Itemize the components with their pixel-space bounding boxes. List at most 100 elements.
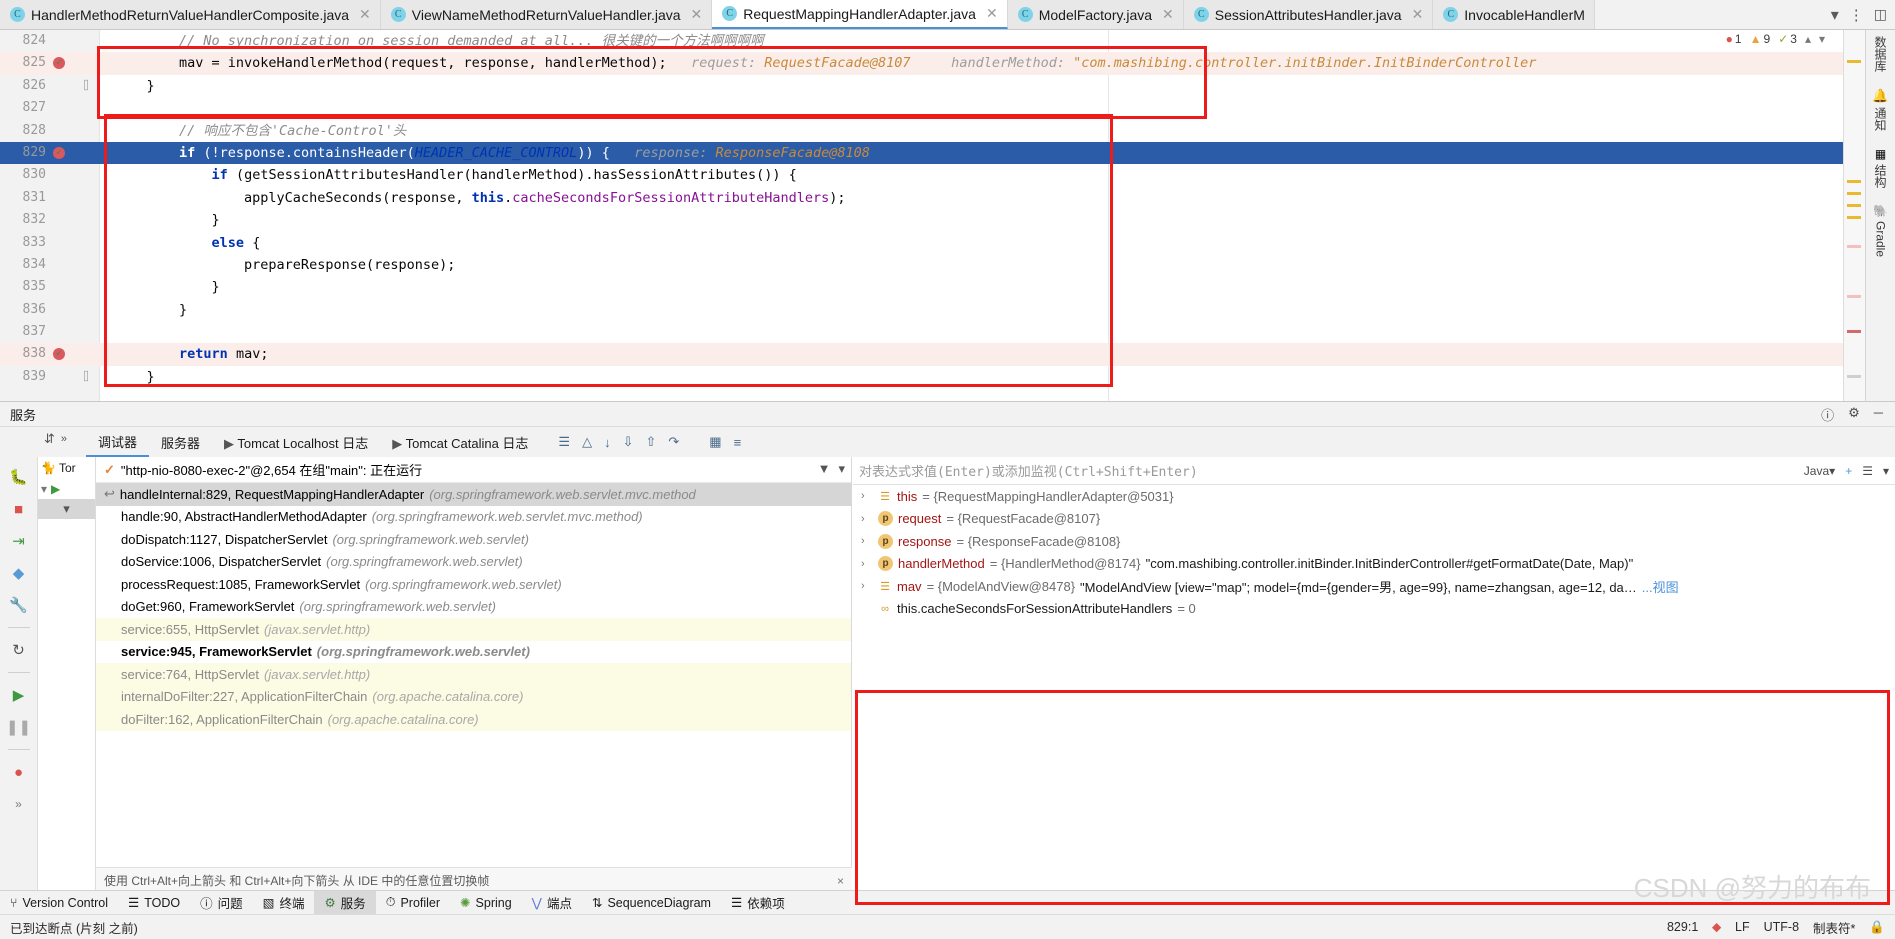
bottom-item-terminal[interactable]: ▧ 终端 [253, 891, 315, 915]
indent-setting[interactable]: 制表符* [1813, 918, 1855, 937]
bottom-item-sequence-diagram[interactable]: ⇅ SequenceDiagram [582, 891, 721, 915]
breakpoint-icon[interactable] [46, 52, 72, 75]
editor-tab-2[interactable]: C RequestMappingHandlerAdapter.java ✕ [712, 0, 1008, 29]
vcs-icon[interactable]: ⬥ [1712, 920, 1721, 935]
expand-chevron-icon[interactable]: › [861, 513, 873, 525]
error-count-badge[interactable]: ● 1 [1726, 32, 1742, 46]
variable-row[interactable]: › ☰ mav = {ModelAndView@8478} "ModelAndVie… [853, 575, 1895, 598]
layout-settings-icon[interactable]: ☰ [558, 434, 570, 450]
more-options-icon[interactable]: ⋮ [1849, 6, 1864, 24]
chevron-down-icon[interactable]: ▾ [1883, 464, 1889, 478]
more-icon[interactable]: » [61, 433, 67, 445]
settings-lines-icon[interactable]: ≡ [734, 435, 742, 450]
frame-row[interactable]: service:655, HttpServlet (javax.servlet.… [96, 618, 851, 641]
code-line-836[interactable]: 836 } [0, 299, 1843, 321]
thread-selector[interactable]: ✓ "http-nio-8080-exec-2"@2,654 在组"main":… [96, 457, 851, 483]
expand-chevron-icon[interactable]: › [861, 558, 873, 570]
code-line-827[interactable]: 827 [0, 97, 1843, 119]
frame-row[interactable]: internalDoFilter:227, ApplicationFilterC… [96, 685, 851, 708]
chevron-down-icon[interactable]: ▾ [1831, 5, 1839, 25]
gear-icon[interactable]: ⚙ [1848, 405, 1860, 424]
tool-window-gradle[interactable]: 🐘 Gradle [1873, 204, 1888, 257]
close-icon[interactable]: ✕ [1162, 6, 1174, 23]
table-view-icon[interactable]: ▦ [709, 434, 721, 450]
jump-to-source-icon[interactable]: ⇥ [8, 531, 30, 551]
tool-window-notifications[interactable]: 🔔 通知 [1872, 88, 1889, 131]
language-selector[interactable]: Java▾ [1804, 464, 1835, 478]
scroll-down-icon[interactable]: ↓ [604, 435, 611, 450]
weak-warning-count-badge[interactable]: ✓ 3 [1778, 32, 1797, 46]
code-line-832[interactable]: 832 } [0, 209, 1843, 231]
bottom-item-dependencies[interactable]: ☰ 依赖项 [721, 891, 795, 915]
code-fold-icon[interactable]: ⌷ [72, 366, 100, 388]
variable-row[interactable]: › p request = {RequestFacade@8107} [853, 508, 1895, 531]
close-icon[interactable]: ✕ [359, 6, 371, 23]
variables-panel[interactable]: 对表达式求值(Enter)或添加监视(Ctrl+Shift+Enter) Jav… [853, 457, 1895, 893]
chevron-down-icon[interactable]: ▾ [41, 482, 47, 496]
frame-row[interactable]: doService:1006, DispatcherServlet (org.s… [96, 551, 851, 574]
stop-icon[interactable]: ■ [8, 499, 30, 519]
frame-row[interactable]: ↩ handleInternal:829, RequestMappingHandl… [96, 483, 851, 506]
download-icon[interactable]: ⇩ [623, 434, 634, 450]
tab-server[interactable]: 服务器 [149, 429, 212, 456]
line-separator[interactable]: LF [1735, 920, 1750, 934]
code-line-831[interactable]: 831 applyCacheSeconds(response, this.cac… [0, 187, 1843, 209]
tomcat-node[interactable]: 🐈 Tor [38, 457, 95, 479]
code-line-839[interactable]: 839 ⌷ } [0, 366, 1843, 388]
caret-position[interactable]: 829:1 [1667, 920, 1698, 934]
variable-row[interactable]: › p response = {ResponseFacade@8108} [853, 530, 1895, 553]
code-line-835[interactable]: 835 } [0, 276, 1843, 298]
code-line-833[interactable]: 833 else { [0, 232, 1843, 254]
add-watch-icon[interactable]: + [1845, 464, 1852, 478]
warning-count-badge[interactable]: ▲ 9 [1750, 32, 1771, 46]
more-actions-icon[interactable]: » [8, 794, 30, 814]
restart-icon[interactable]: ↻ [8, 640, 30, 660]
wrench-icon[interactable]: 🔧 [8, 595, 30, 615]
chevron-up-icon[interactable]: ▴ [1805, 32, 1811, 46]
frame-row[interactable]: doGet:960, FrameworkServlet (org.springf… [96, 596, 851, 619]
help-icon[interactable]: ⓘ [1821, 405, 1834, 424]
restore-layout-icon[interactable]: △ [582, 434, 592, 450]
variable-row[interactable]: › p handlerMethod = {HandlerMethod@8174} "… [853, 553, 1895, 576]
expand-chevron-icon[interactable]: › [861, 580, 873, 592]
frame-row[interactable]: doFilter:162, ApplicationFilterChain (or… [96, 708, 851, 731]
code-line-826[interactable]: 826 ⌷ } [0, 75, 1843, 97]
chevron-down-icon[interactable]: ▾ [1819, 32, 1825, 46]
step-filter-icon[interactable]: ↷ [668, 434, 679, 450]
debug-icon[interactable]: 🐛 [8, 467, 30, 487]
database-icon[interactable]: ◫ [1874, 6, 1887, 23]
variable-row[interactable]: › ☰ this = {RequestMappingHandlerAdapter@5… [853, 485, 1895, 508]
filter-icon[interactable]: ▼ [818, 461, 831, 477]
lock-icon[interactable]: 🔒 [1869, 920, 1885, 935]
code-line-834[interactable]: 834 prepareResponse(response); [0, 254, 1843, 276]
close-icon[interactable]: × [837, 874, 844, 888]
services-tree[interactable]: 🐈 Tor ▾ ▶ ▾ [38, 457, 96, 893]
bottom-item-profiler[interactable]: ⏱ Profiler [376, 891, 450, 915]
editor-tab-5[interactable]: C InvocableHandlerM [1433, 0, 1595, 29]
evaluate-expression-icon[interactable]: ◆ [8, 563, 30, 583]
expand-chevron-icon[interactable]: › [861, 535, 873, 547]
frame-row[interactable]: processRequest:1085, FrameworkServlet (o… [96, 573, 851, 596]
breakpoint-icon[interactable] [46, 343, 72, 366]
editor-tab-0[interactable]: C HandlerMethodReturnValueHandlerComposi… [0, 0, 381, 29]
view-value-link[interactable]: ...视图 [1642, 577, 1679, 596]
tool-window-database[interactable]: 数据库 [1872, 36, 1889, 72]
variable-row[interactable]: ∞ this.cacheSecondsForSessionAttributeHan… [853, 598, 1895, 621]
close-icon[interactable]: ✕ [691, 6, 703, 23]
editor-tab-4[interactable]: C SessionAttributesHandler.java ✕ [1183, 0, 1434, 29]
code-line-837[interactable]: 837 [0, 321, 1843, 343]
collapse-all-icon[interactable]: ⇵ [44, 431, 55, 447]
frame-row[interactable]: service:945, FrameworkServlet (org.sprin… [96, 640, 851, 663]
minimize-icon[interactable]: ─ [1874, 405, 1883, 424]
file-encoding[interactable]: UTF-8 [1764, 920, 1799, 934]
bottom-item-version-control[interactable]: ⑂ Version Control [0, 891, 118, 915]
bottom-item-services[interactable]: ⚙ 服务 [314, 890, 376, 915]
inspection-stripe[interactable] [1843, 30, 1865, 401]
frame-row[interactable]: handle:90, AbstractHandlerMethodAdapter … [96, 506, 851, 529]
code-line-825[interactable]: 825 mav = invokeHandlerMethod(request, r… [0, 52, 1843, 75]
resume-program-icon[interactable]: ▶ [8, 685, 30, 705]
pause-program-icon[interactable]: ❚❚ [6, 717, 31, 737]
settings-icon[interactable]: ☰ [1862, 464, 1873, 478]
editor-tab-3[interactable]: C ModelFactory.java ✕ [1007, 0, 1184, 29]
tool-window-structure[interactable]: ▦ 结构 [1872, 147, 1889, 188]
